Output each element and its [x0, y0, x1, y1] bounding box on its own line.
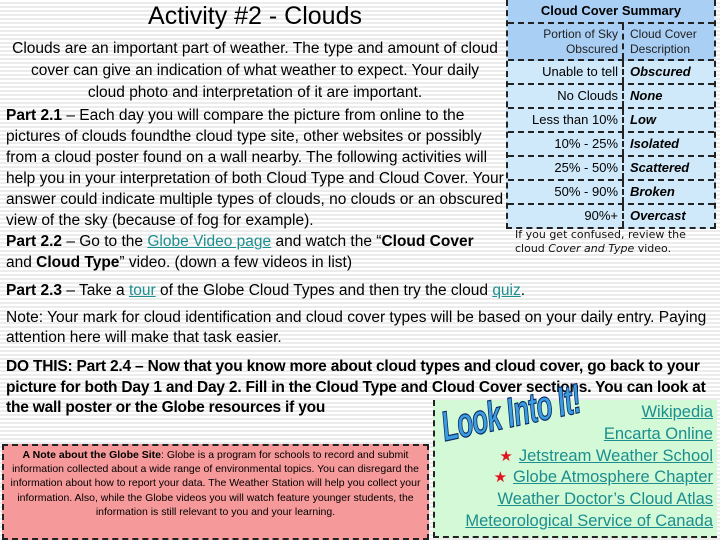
- part-text: ” video. (down a few videos in list): [119, 254, 353, 271]
- hint-italic-text: Cover and Type: [548, 242, 635, 255]
- part-2-3-paragraph: Part 2.3 – Take a tour of the Globe Clou…: [6, 280, 716, 301]
- header-line: Obscured: [565, 42, 618, 56]
- page-title: Activity #2 - Clouds: [148, 2, 362, 30]
- intro-line: cover can give an indication of what wea…: [30, 62, 480, 79]
- part-label: Part 2.2: [6, 233, 63, 250]
- star-icon: ★: [499, 447, 513, 465]
- portion-cell: 10% - 25%: [508, 133, 624, 155]
- column-header-portion: Portion of Sky Obscured: [508, 24, 624, 59]
- link-label: Weather Doctor’s Cloud Atlas: [497, 490, 713, 509]
- globe-atmosphere-chapter-link[interactable]: ★ Globe Atmosphere Chapter: [465, 467, 713, 489]
- note-paragraph: Note: Your mark for cloud identification…: [6, 309, 707, 346]
- intro-paragraph: Clouds are an important part of weather.…: [0, 38, 510, 104]
- description-cell: Obscured: [630, 64, 691, 79]
- intro-line: cloud photo and interpretation of it are…: [87, 84, 423, 101]
- table-row: 10% - 25% Isolated: [508, 133, 714, 157]
- weather-doctor-cloud-atlas-link[interactable]: Weather Doctor’s Cloud Atlas: [465, 489, 713, 511]
- wikipedia-link[interactable]: Wikipedia: [465, 402, 713, 424]
- header-line: Portion of Sky: [543, 27, 618, 41]
- part-text: and: [6, 254, 37, 271]
- bold-text: Cloud Type: [36, 254, 120, 271]
- description-cell: Broken: [630, 184, 675, 199]
- link-label: Jetstream Weather School: [518, 446, 713, 465]
- bold-text: Cloud Cover: [381, 233, 474, 250]
- meteorological-service-of-canada-link[interactable]: Meteorological Service of Canada: [465, 511, 713, 533]
- jetstream-weather-school-link[interactable]: ★ Jetstream Weather School: [465, 446, 713, 468]
- part-text: – Each day you will compare the picture …: [6, 107, 504, 229]
- table-row: 25% - 50% Scattered: [508, 157, 714, 181]
- resource-links: Wikipedia Encarta Online ★ Jetstream Weat…: [465, 402, 713, 533]
- cloud-cover-summary-table: Cloud Cover Summary Portion of Sky Obscu…: [506, 0, 716, 229]
- link-label: Encarta Online: [603, 424, 713, 443]
- part-text: – Go to the: [62, 233, 148, 250]
- description-cell: Overcast: [630, 208, 686, 223]
- column-header-description: Cloud Cover Description: [624, 24, 714, 59]
- part-text: of the Globe Cloud Types and then try th…: [155, 282, 493, 299]
- part-text: .: [520, 282, 526, 299]
- part-2-2-paragraph: Part 2.2 – Go to the Globe Video page an…: [6, 231, 501, 273]
- globe-video-page-link[interactable]: Globe Video page: [147, 233, 271, 250]
- encarta-online-link[interactable]: Encarta Online: [465, 424, 713, 446]
- part-2-1-paragraph: Part 2.1 – Each day you will compare the…: [6, 105, 506, 231]
- description-cell: None: [630, 88, 663, 103]
- portion-cell: 25% - 50%: [508, 157, 624, 179]
- part-text: and watch the “: [271, 233, 382, 250]
- table-row: Less than 10% Low: [508, 109, 714, 133]
- quiz-link[interactable]: quiz: [492, 282, 520, 299]
- globe-site-note-box: A Note about the Globe Site: Globe is a …: [2, 444, 429, 540]
- link-label: Wikipedia: [641, 403, 713, 421]
- portion-cell: Less than 10%: [508, 109, 624, 131]
- description-cell: Isolated: [630, 136, 680, 151]
- look-into-it-box: Look Into It! Wikipedia Encarta Online ★…: [433, 374, 717, 538]
- summary-column-headers: Portion of Sky Obscured Cloud Cover Desc…: [508, 24, 714, 61]
- description-cell: Low: [630, 112, 656, 127]
- table-row: Unable to tell Obscured: [508, 61, 714, 85]
- table-row: 50% - 90% Broken: [508, 181, 714, 205]
- part-text: – Take a: [62, 282, 129, 299]
- table-row: 90%+ Overcast: [508, 205, 714, 227]
- description-cell: Scattered: [630, 160, 690, 175]
- link-label: Meteorological Service of Canada: [465, 511, 713, 530]
- portion-cell: 50% - 90%: [508, 181, 624, 203]
- header-line: Cloud Cover: [630, 27, 697, 41]
- intro-line: Clouds are an important part of weather.…: [12, 40, 498, 57]
- star-icon: ★: [493, 469, 508, 487]
- note-heading: A Note about the Globe Site: [22, 449, 161, 461]
- tour-link[interactable]: tour: [129, 282, 156, 299]
- portion-cell: Unable to tell: [508, 61, 624, 83]
- hint-text: video.: [634, 242, 672, 255]
- portion-cell: No Clouds: [508, 85, 624, 107]
- review-video-hint: If you get confused, review the cloud Co…: [515, 228, 715, 256]
- part-label: Part 2.1: [6, 107, 63, 124]
- table-row: No Clouds None: [508, 85, 714, 109]
- portion-cell: 90%+: [508, 205, 624, 227]
- link-label: Globe Atmosphere Chapter: [513, 468, 713, 487]
- summary-title: Cloud Cover Summary: [508, 0, 714, 24]
- header-line: Description: [630, 42, 691, 56]
- part-label: Part 2.3: [6, 282, 63, 299]
